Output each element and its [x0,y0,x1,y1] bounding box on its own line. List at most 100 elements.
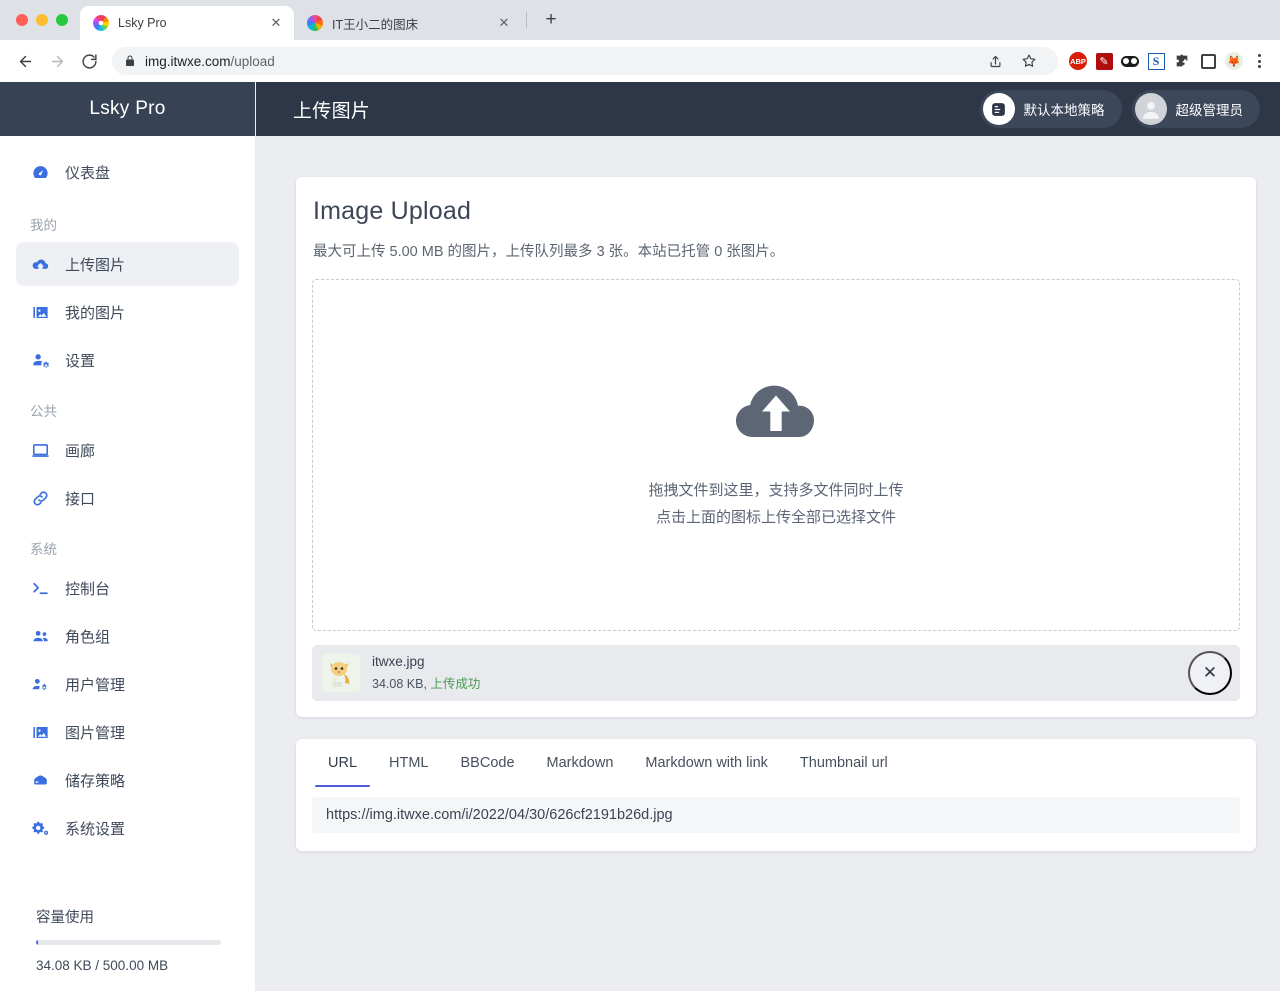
cloud-upload-icon[interactable] [735,379,817,446]
dark-reader-icon[interactable] [1120,51,1140,71]
sidebar-item-system-settings[interactable]: 系统设置 [16,806,239,850]
sidebar-item-label: 仪表盘 [65,164,111,182]
sogou-s-icon[interactable]: S [1146,51,1166,71]
close-icon[interactable]: ✕ [268,15,284,31]
browser-tab-inactive[interactable]: IT王小二的图床 ✕ [294,6,522,40]
tab-divider [526,12,527,28]
gallery-monitor-icon [30,440,51,461]
markdown-wand-icon[interactable]: ✎ [1094,51,1114,71]
sidebar-item-dashboard[interactable]: 仪表盘 [16,150,239,194]
lsky-pinwheel-icon [307,15,323,31]
page-header: 上传图片 默认本地策略 超级管理员 [256,82,1280,136]
lsky-pinwheel-icon [93,15,109,31]
user-menu[interactable]: 超级管理员 [1131,90,1260,128]
capacity-title: 容量使用 [36,910,94,926]
minimize-window-button[interactable] [36,14,48,26]
extensions-row: ABP ✎ S 🦊 [1068,51,1246,71]
bookmark-star-icon[interactable] [1014,46,1044,76]
back-arrow-icon[interactable] [10,46,40,76]
upload-card-title: Image Upload [313,197,472,225]
image-stack-icon [30,302,51,323]
reload-icon[interactable] [74,46,104,76]
tab-markdown[interactable]: Markdown [531,739,630,787]
header-actions: 默认本地策略 超级管理员 [979,90,1260,128]
upload-card: Image Upload 最大可上传 5.00 MB 的图片，上传队列最多 3 … [296,177,1256,717]
uploaded-file-status: 上传成功 [430,677,481,691]
browser-chrome: Lsky Pro ✕ IT王小二的图床 ✕ + img.itwxe.com/up… [0,0,1280,82]
sidebar-item-label: 控制台 [65,580,111,598]
sidebar-item-console[interactable]: 控制台 [16,566,239,610]
lock-icon [126,55,134,66]
dropzone-hint: 拖拽文件到这里，支持多文件同时上传 点击上面的图标上传全部已选择文件 [648,477,903,531]
image-stack-icon [30,722,51,743]
profile-avatar-icon[interactable]: 🦊 [1224,51,1244,71]
omnibox-actions [980,46,1046,76]
close-window-button[interactable] [16,14,28,26]
result-url-field[interactable]: https://img.itwxe.com/i/2022/04/30/626cf… [312,797,1240,833]
close-icon[interactable]: ✕ [496,15,512,31]
app-logo[interactable]: Lsky Pro [0,82,255,136]
puzzle-piece-icon[interactable] [1172,51,1192,71]
sidebar-group-public: 公共 [30,404,57,419]
remove-file-button[interactable]: ✕ [1188,651,1232,695]
content-scroll-area: Image Upload 最大可上传 5.00 MB 的图片，上传队列最多 3 … [256,136,1280,991]
sidebar-item-label: 储存策略 [65,772,126,790]
upload-dropzone[interactable]: 拖拽文件到这里，支持多文件同时上传 点击上面的图标上传全部已选择文件 [312,279,1240,631]
sidebar-item-image-management[interactable]: 图片管理 [16,710,239,754]
sidebar-item-settings[interactable]: 设置 [16,338,239,382]
sidebar-item-label: 我的图片 [65,304,126,322]
kebab-menu-icon[interactable] [1248,50,1270,72]
user-label: 超级管理员 [1175,103,1244,118]
database-drive-icon [30,770,51,791]
uploaded-file-size: 34.08 KB [372,677,424,691]
sidebar-item-my-images[interactable]: 我的图片 [16,290,239,334]
user-cog-icon [30,350,51,371]
users-group-icon [30,626,51,647]
window-traffic-lights [10,0,80,40]
tab-html[interactable]: HTML [373,739,444,787]
uploaded-file-info: itwxe.jpg 34.08 KB, 上传成功 [372,654,480,692]
sidebar: Lsky Pro 仪表盘 我的 上传图片 我的图片 设置 公共 画廊 接口 系统… [0,82,256,991]
share-icon[interactable] [980,46,1010,76]
sidebar-item-label: 接口 [65,490,96,508]
strategy-selector[interactable]: 默认本地策略 [979,90,1122,128]
uploaded-file-name: itwxe.jpg [372,654,425,669]
sidebar-item-roles[interactable]: 角色组 [16,614,239,658]
tab-strip: Lsky Pro ✕ IT王小二的图床 ✕ + [0,0,1280,40]
sidebar-item-gallery[interactable]: 画廊 [16,428,239,472]
address-bar[interactable]: img.itwxe.com/upload [112,47,1058,75]
uploaded-file-row: itwxe.jpg 34.08 KB, 上传成功 ✕ [312,645,1240,701]
sidebar-group-mine: 我的 [30,218,57,233]
browser-navigation-bar: img.itwxe.com/upload ABP ✎ S 🦊 [0,40,1280,82]
sidebar-item-storage-strategy[interactable]: 储存策略 [16,758,239,802]
new-tab-button[interactable]: + [537,6,565,34]
maximize-window-button[interactable] [56,14,68,26]
terminal-prompt-icon [30,578,51,599]
side-panel-icon[interactable] [1198,51,1218,71]
uploaded-file-meta: 34.08 KB, 上传成功 [372,677,481,691]
sidebar-item-label: 画廊 [65,442,96,460]
sidebar-nav: 仪表盘 我的 上传图片 我的图片 设置 公共 画廊 接口 系统 控制台 角色组 … [0,136,255,906]
user-avatar-icon [1134,93,1167,125]
capacity-progress-bar [36,940,221,945]
adblock-plus-icon[interactable]: ABP [1068,51,1088,71]
browser-tab-active[interactable]: Lsky Pro ✕ [80,6,294,40]
main-content: 上传图片 默认本地策略 超级管理员 Image Upload 最大可上传 5.0… [256,82,1280,991]
sidebar-item-api[interactable]: 接口 [16,476,239,520]
tab-url[interactable]: URL [312,739,373,787]
tab-markdown-with-link[interactable]: Markdown with link [629,739,784,787]
sidebar-item-upload[interactable]: 上传图片 [16,242,239,286]
tab-thumbnail-url[interactable]: Thumbnail url [784,739,904,787]
cloud-upload-icon [30,254,51,275]
dashboard-gauge-icon [30,162,51,183]
sidebar-item-user-management[interactable]: 用户管理 [16,662,239,706]
sidebar-item-label: 图片管理 [65,724,126,742]
server-list-icon [982,93,1015,125]
capacity-usage: 容量使用 34.08 KB / 500.00 MB [0,906,255,991]
forward-arrow-icon[interactable] [42,46,72,76]
result-format-tabs: URL HTML BBCode Markdown Markdown with l… [312,739,1240,787]
strategy-label: 默认本地策略 [1023,103,1105,118]
upload-card-subtitle: 最大可上传 5.00 MB 的图片，上传队列最多 3 张。本站已托管 0 张图片… [313,244,785,260]
tab-bbcode[interactable]: BBCode [445,739,531,787]
sidebar-group-system: 系统 [30,542,57,557]
